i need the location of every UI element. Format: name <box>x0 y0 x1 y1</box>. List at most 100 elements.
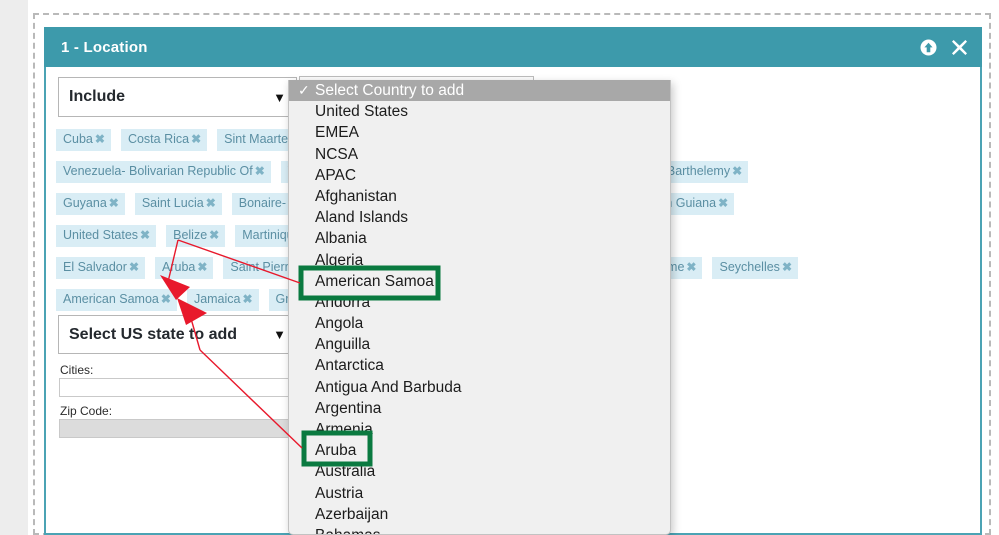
country-chip-label: Venezuela- Bolivarian Republic Of <box>63 164 253 178</box>
dropdown-option[interactable]: United States <box>289 101 670 122</box>
country-chip-label: Jamaica <box>193 292 241 306</box>
dropdown-option-label: Australia <box>315 463 376 481</box>
dropdown-option[interactable]: Bahamas <box>289 525 670 534</box>
dropdown-option[interactable]: Australia <box>289 461 670 482</box>
country-chip[interactable]: Venezuela- Bolivarian Republic Of ✖ <box>56 161 271 183</box>
dropdown-option-label: Anguilla <box>315 336 371 354</box>
chip-remove-icon[interactable]: ✖ <box>782 260 792 275</box>
country-chip[interactable]: Aruba ✖ <box>155 257 214 279</box>
dropdown-option[interactable]: Antarctica <box>289 355 670 376</box>
dropdown-option-label: Azerbaijan <box>315 505 389 523</box>
dropdown-option[interactable]: Armenia <box>289 419 670 440</box>
zip-code-label: Zip Code: <box>60 404 113 418</box>
dropdown-option[interactable]: ✓ Select Country to add <box>289 80 670 102</box>
dropdown-option[interactable]: Albania <box>289 228 670 249</box>
dropdown-option[interactable]: Anguilla <box>289 334 670 355</box>
cities-label: Cities: <box>60 363 94 377</box>
location-panel-header: 1 - Location <box>44 27 982 67</box>
cities-input[interactable] <box>59 378 297 397</box>
chip-remove-icon[interactable]: ✖ <box>686 260 696 275</box>
dropdown-option-label: Antarctica <box>315 357 384 375</box>
header-actions <box>920 27 968 67</box>
dropdown-option[interactable]: NCSA <box>289 144 670 165</box>
country-chip[interactable]: American Samoa ✖ <box>56 289 177 311</box>
country-chip[interactable]: Guyana ✖ <box>56 193 125 215</box>
country-chip[interactable]: Saint Lucia ✖ <box>134 193 222 215</box>
us-state-select[interactable]: Select US state to add ▼ <box>58 315 297 354</box>
dropdown-option[interactable]: EMEA <box>289 122 670 143</box>
country-chip[interactable]: Belize ✖ <box>166 225 226 247</box>
zip-code-input[interactable] <box>59 419 297 438</box>
dropdown-option[interactable]: APAC <box>289 165 670 186</box>
country-chip-label: Guyana <box>63 196 107 210</box>
chip-remove-icon[interactable]: ✖ <box>129 260 139 275</box>
chevron-down-icon: ▼ <box>273 327 286 342</box>
include-exclude-select[interactable]: Include ▼ <box>58 77 297 117</box>
dropdown-option-label: Armenia <box>315 421 373 438</box>
dropdown-option[interactable]: Algeria <box>289 250 670 271</box>
country-chip[interactable]: Costa Rica ✖ <box>120 129 208 151</box>
dropdown-option-label: United States <box>315 103 409 121</box>
chip-remove-icon[interactable]: ✖ <box>95 132 105 147</box>
chip-remove-icon[interactable]: ✖ <box>718 196 728 211</box>
dropdown-option-label: Angola <box>315 315 364 333</box>
dropdown-option-label: Aland Islands <box>315 209 409 227</box>
country-chip-label: Seychelles <box>719 260 780 274</box>
country-chip-label: Saint Lucia <box>141 196 204 210</box>
chip-remove-icon[interactable]: ✖ <box>191 132 201 147</box>
screenshot-root: 1 - Location Include ▼ Cuba ✖ Costa Rica ✖ S… <box>0 0 999 535</box>
close-icon[interactable] <box>951 39 968 56</box>
dropdown-option-label: Antigua And Barbuda <box>315 378 462 396</box>
dropdown-option-label: Aruba <box>315 442 357 460</box>
dropdown-option-label: EMEA <box>315 124 359 142</box>
circle-up-arrow-icon[interactable] <box>920 39 937 56</box>
country-chip[interactable]: Jamaica ✖ <box>186 289 259 311</box>
dropdown-option[interactable]: Antigua And Barbuda <box>289 377 670 398</box>
dropdown-option-label: Austria <box>315 484 364 502</box>
dropdown-option-label: NCSA <box>315 145 359 163</box>
dropdown-option-label: Select Country to add <box>315 82 465 99</box>
chip-remove-icon[interactable]: ✖ <box>109 196 119 211</box>
dropdown-option[interactable]: Austria <box>289 483 670 504</box>
chip-remove-icon[interactable]: ✖ <box>242 292 252 307</box>
country-chip-label: Belize <box>173 228 208 242</box>
check-icon: ✓ <box>298 82 310 98</box>
dropdown-option[interactable]: Azerbaijan <box>289 504 670 525</box>
chip-remove-icon[interactable]: ✖ <box>161 292 171 307</box>
chip-remove-icon[interactable]: ✖ <box>206 196 216 211</box>
country-dropdown-list[interactable]: ✓ Select Country to add United States EMEA N… <box>288 80 671 535</box>
dropdown-option[interactable]: Afghanistan <box>289 186 670 207</box>
chip-remove-icon[interactable]: ✖ <box>732 164 742 179</box>
country-chip[interactable]: Cuba ✖ <box>56 129 111 151</box>
country-chip-label: Aruba <box>162 260 196 274</box>
dropdown-option-label: Bahamas <box>315 527 380 534</box>
dropdown-option[interactable]: Argentina <box>289 398 670 419</box>
country-chip-label: Costa Rica <box>127 132 190 146</box>
page-title: 1 - Location <box>61 38 148 56</box>
dropdown-option-label: Argentina <box>315 399 382 417</box>
dropdown-option-label: APAC <box>315 166 357 184</box>
country-chip[interactable]: El Salvador ✖ <box>56 257 145 279</box>
country-chip[interactable]: Seychelles ✖ <box>712 257 798 279</box>
dropdown-option[interactable]: Angola <box>289 313 670 334</box>
include-select-value: Include <box>69 88 126 105</box>
dropdown-option[interactable]: Aland Islands <box>289 207 670 228</box>
country-chip-label: El Salvador <box>63 260 127 274</box>
us-state-select-value: Select US state to add <box>69 325 238 343</box>
chip-remove-icon[interactable]: ✖ <box>197 260 207 275</box>
country-chip-label: United States <box>63 228 139 242</box>
chip-remove-icon[interactable]: ✖ <box>255 164 265 179</box>
chip-remove-icon[interactable]: ✖ <box>209 228 219 243</box>
dropdown-option-label: Algeria <box>315 251 364 269</box>
country-chip-label: Cuba <box>63 132 93 146</box>
dropdown-option-label: Albania <box>315 230 367 248</box>
country-chip-label: American Samoa <box>63 292 159 306</box>
dropdown-option[interactable]: American Samoa <box>289 271 670 292</box>
dropdown-option[interactable]: Andorra <box>289 292 670 313</box>
dropdown-option[interactable]: Aruba <box>289 440 670 461</box>
dropdown-option-label: Andorra <box>315 293 371 311</box>
chip-remove-icon[interactable]: ✖ <box>140 228 150 243</box>
dropdown-option-label: American Samoa <box>315 272 434 290</box>
chevron-down-icon: ▼ <box>273 89 286 105</box>
country-chip[interactable]: United States ✖ <box>56 225 157 247</box>
